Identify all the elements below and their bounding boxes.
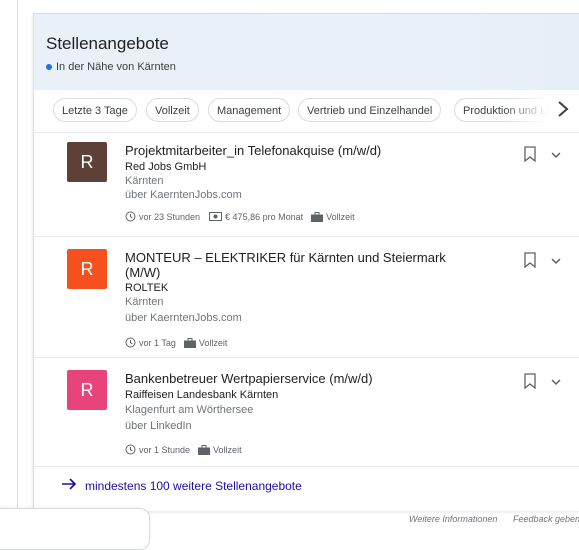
job-company: Red Jobs GmbH bbox=[125, 161, 207, 173]
job-title[interactable]: Projektmitarbeiter_in Telefonakquise (m/… bbox=[125, 143, 381, 158]
job-meta: vor 1 Tag Vollzeit bbox=[125, 337, 227, 348]
clock-icon bbox=[125, 211, 136, 222]
feedback-link[interactable]: Feedback geben bbox=[513, 514, 579, 524]
money-icon bbox=[209, 212, 223, 221]
job-listing[interactable]: R Bankenbetreuer Wertpapierservice (m/w/… bbox=[34, 357, 579, 467]
bookmark-icon[interactable] bbox=[523, 146, 537, 162]
chevron-down-icon[interactable] bbox=[549, 148, 563, 162]
more-jobs-link[interactable]: mindestens 100 weitere Stellenangebote bbox=[34, 466, 579, 507]
job-meta: vor 1 Stunde Vollzeit bbox=[125, 444, 242, 455]
company-logo: R bbox=[67, 370, 107, 410]
chip-vertrieb[interactable]: Vertrieb und Einzelhandel bbox=[298, 98, 442, 122]
clock-icon bbox=[125, 337, 136, 348]
job-source: über KaerntenJobs.com bbox=[125, 312, 242, 324]
bookmark-icon[interactable] bbox=[523, 373, 537, 389]
company-logo: R bbox=[67, 249, 107, 289]
job-location: Klagenfurt am Wörthersee bbox=[125, 404, 254, 416]
job-source: über LinkedIn bbox=[125, 420, 192, 432]
jobs-header: Stellenangebote In der Nähe von Kärnten bbox=[34, 14, 579, 90]
jobs-panel: Stellenangebote In der Nähe von Kärnten … bbox=[33, 13, 579, 511]
job-listing[interactable]: R MONTEUR – ELEKTRIKER für Kärnten und S… bbox=[34, 236, 579, 358]
clock-icon bbox=[125, 444, 136, 455]
more-jobs-label[interactable]: mindestens 100 weitere Stellenangebote bbox=[85, 479, 302, 493]
chip-letzte-3-tage[interactable]: Letzte 3 Tage bbox=[53, 98, 137, 122]
filter-chips: Letzte 3 Tage Vollzeit Management Vertri… bbox=[34, 90, 579, 132]
arrow-right-icon bbox=[61, 477, 77, 494]
job-source: über KaerntenJobs.com bbox=[125, 189, 242, 201]
location-subtitle: In der Nähe von Kärnten bbox=[46, 61, 176, 73]
job-location: Kärnten bbox=[125, 175, 164, 187]
company-logo: R bbox=[67, 142, 107, 182]
job-type: Vollzeit bbox=[198, 337, 228, 348]
bookmark-icon[interactable] bbox=[523, 252, 537, 268]
briefcase-icon bbox=[198, 444, 211, 455]
left-divider bbox=[17, 0, 18, 527]
job-type: Vollzeit bbox=[326, 211, 355, 222]
job-title-line1[interactable]: MONTEUR – ELEKTRIKER für Kärnten und Ste… bbox=[125, 250, 446, 265]
chevron-right-icon[interactable] bbox=[556, 100, 574, 120]
jobs-title: Stellenangebote bbox=[46, 34, 169, 53]
job-salary: € 475,86 pro Monat bbox=[225, 211, 304, 222]
briefcase-icon bbox=[183, 337, 196, 348]
job-posted: vor 1 Tag bbox=[139, 337, 176, 348]
job-title[interactable]: Bankenbetreuer Wertpapierservice (m/w/d) bbox=[125, 371, 373, 386]
job-title-line2[interactable]: (M/W) bbox=[125, 265, 160, 280]
chevron-down-icon[interactable] bbox=[549, 375, 563, 389]
job-type: Vollzeit bbox=[213, 444, 242, 455]
search-box-edge[interactable] bbox=[0, 508, 150, 550]
job-posted: vor 23 Stunden bbox=[139, 211, 201, 222]
chevron-down-icon[interactable] bbox=[549, 254, 563, 268]
logo-letter: R bbox=[80, 152, 94, 172]
chip-management[interactable]: Management bbox=[208, 98, 291, 122]
logo-letter: R bbox=[80, 380, 94, 400]
job-listing[interactable]: R Projektmitarbeiter_in Telefonakquise (… bbox=[34, 132, 579, 237]
logo-letter: R bbox=[80, 259, 94, 279]
location-subtitle-text: In der Nähe von Kärnten bbox=[56, 61, 176, 73]
dot-icon bbox=[46, 64, 52, 70]
job-location: Kärnten bbox=[125, 296, 164, 308]
briefcase-icon bbox=[311, 211, 324, 222]
job-company: Raiffeisen Landesbank Kärnten bbox=[125, 389, 279, 401]
chip-vollzeit[interactable]: Vollzeit bbox=[146, 98, 199, 122]
job-meta: vor 23 Stunden € 475,86 pro Monat Vollze… bbox=[125, 211, 355, 222]
more-info-link[interactable]: Weitere Informationen bbox=[409, 514, 497, 524]
job-company: ROLTEK bbox=[125, 282, 169, 294]
job-posted: vor 1 Stunde bbox=[139, 444, 191, 455]
